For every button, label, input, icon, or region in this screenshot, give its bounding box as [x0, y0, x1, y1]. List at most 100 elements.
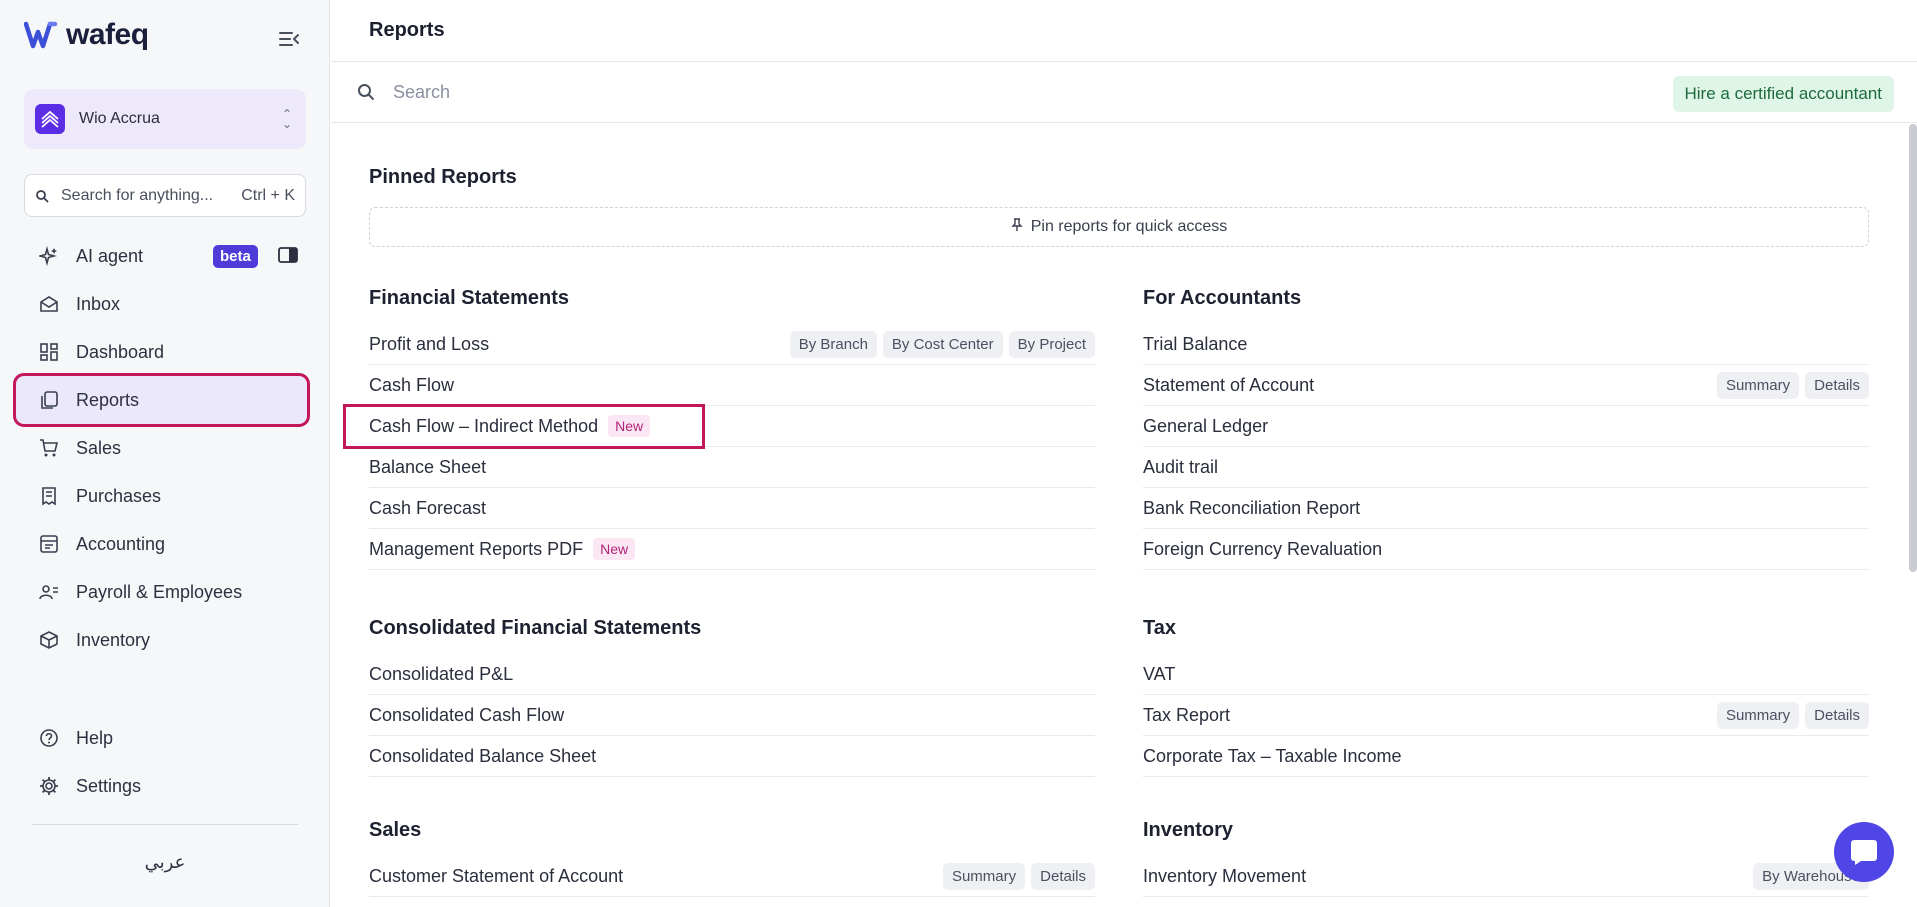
report-row-cash-forecast[interactable]: Cash Forecast — [369, 488, 1095, 529]
report-row-corporate-tax[interactable]: Corporate Tax – Taxable Income — [1143, 736, 1869, 777]
org-name: Wio Accrua — [79, 110, 160, 127]
report-name: Tax Report — [1143, 704, 1231, 725]
variant-chip[interactable]: By Cost Center — [882, 331, 1003, 358]
report-row-consolidated-pl[interactable]: Consolidated P&L — [369, 654, 1095, 695]
section-title: Consolidated Financial Statements — [369, 617, 702, 639]
app-name: wafeq — [66, 18, 149, 51]
new-badge: New — [593, 538, 636, 560]
variant-chip[interactable]: By Project — [1008, 331, 1095, 358]
variant-chip[interactable]: Summary — [942, 863, 1026, 890]
report-variants: Summary Details — [1716, 372, 1869, 399]
report-name: Cash Flow — [369, 374, 455, 395]
report-row-trial-balance[interactable]: Trial Balance — [1143, 324, 1869, 365]
box-icon — [38, 629, 60, 651]
section-consolidated: Consolidated Financial Statements Consol… — [369, 602, 1095, 777]
report-name: Statement of Account — [1143, 374, 1315, 395]
nav-item-sales[interactable]: Sales — [16, 424, 307, 472]
global-search-placeholder: Search for anything... — [61, 186, 214, 204]
variant-chip[interactable]: By Branch — [789, 331, 877, 358]
collapse-sidebar-icon[interactable] — [278, 28, 300, 50]
logo[interactable]: wafeq — [24, 18, 149, 52]
nav-item-inventory[interactable]: Inventory — [16, 616, 307, 664]
beta-badge: beta — [213, 245, 258, 268]
nav-label: Settings — [76, 775, 142, 796]
report-name: Trial Balance — [1143, 333, 1248, 354]
report-name: Management Reports PDF — [369, 538, 584, 559]
reports-search-bar[interactable]: Search Hire a certified accountant — [331, 62, 1917, 123]
report-row-profit-and-loss[interactable]: Profit and Loss By Branch By Cost Center… — [369, 324, 1095, 365]
report-row-tax-report[interactable]: Tax Report Summary Details — [1143, 695, 1869, 736]
section-for-accountants: For Accountants Trial Balance Statement … — [1143, 272, 1869, 570]
report-variants: Summary Details — [1716, 702, 1869, 729]
section-title: For Accountants — [1143, 287, 1302, 309]
global-search-input[interactable]: Search for anything... Ctrl + K — [24, 174, 306, 217]
side-panel-icon[interactable] — [278, 247, 298, 263]
gear-icon — [38, 775, 60, 797]
report-row-bank-reconciliation[interactable]: Bank Reconciliation Report — [1143, 488, 1869, 529]
report-row-general-ledger[interactable]: General Ledger — [1143, 406, 1869, 447]
report-row-audit-trail[interactable]: Audit trail — [1143, 447, 1869, 488]
report-name: VAT — [1143, 663, 1176, 684]
report-row-consolidated-cash-flow[interactable]: Consolidated Cash Flow — [369, 695, 1095, 736]
sparkle-icon — [38, 245, 60, 267]
scrollbar[interactable] — [1909, 124, 1917, 572]
variant-chip[interactable]: Summary — [1716, 702, 1800, 729]
shortcut-hint: Ctrl + K — [241, 186, 295, 204]
report-name: Corporate Tax – Taxable Income — [1143, 745, 1402, 766]
people-icon — [38, 581, 60, 603]
chat-support-button[interactable] — [1834, 822, 1894, 882]
nav-label: Payroll & Employees — [76, 581, 243, 602]
report-row-customer-statement[interactable]: Customer Statement of Account Summary De… — [369, 856, 1095, 897]
report-row-consolidated-balance-sheet[interactable]: Consolidated Balance Sheet — [369, 736, 1095, 777]
nav-label: Sales — [76, 437, 122, 458]
section-title: Financial Statements — [369, 287, 570, 309]
section-financial-statements: Financial Statements Profit and Loss By … — [343, 272, 1095, 570]
new-badge: New — [608, 415, 651, 437]
nav-label: Purchases — [76, 485, 162, 506]
top-bar: Reports — [331, 0, 1917, 62]
nav-item-settings[interactable]: Settings — [16, 762, 307, 810]
nav-item-help[interactable]: Help — [16, 714, 307, 762]
report-row-balance-sheet[interactable]: Balance Sheet — [369, 447, 1095, 488]
report-row-statement-of-account[interactable]: Statement of Account Summary Details — [1143, 365, 1869, 406]
org-switcher[interactable]: Wio Accrua ⌃ ⌄ — [24, 89, 306, 149]
report-row-vat[interactable]: VAT — [1143, 654, 1869, 695]
report-row-management-reports[interactable]: Management Reports PDF New — [369, 529, 1095, 570]
nav-item-inbox[interactable]: Inbox — [16, 280, 307, 328]
main-nav: AI agent beta Inbox Dashboard Reports Sa… — [13, 232, 310, 664]
report-row-fx-revaluation[interactable]: Foreign Currency Revaluation — [1143, 529, 1869, 570]
report-name: Customer Statement of Account — [369, 865, 624, 886]
report-row-cash-flow-indirect[interactable]: Cash Flow – Indirect Method New — [343, 404, 1095, 449]
section-title: Inventory — [1143, 819, 1234, 841]
nav-label: Dashboard — [76, 341, 165, 362]
report-name: Profit and Loss — [369, 333, 490, 354]
wafeq-logo-icon — [24, 21, 58, 49]
reports-search-input[interactable]: Search — [393, 82, 450, 103]
report-name: Foreign Currency Revaluation — [1143, 538, 1383, 559]
nav-label: Inbox — [76, 293, 121, 314]
nav-item-purchases[interactable]: Purchases — [16, 472, 307, 520]
variant-chip[interactable]: Details — [1031, 863, 1095, 890]
report-name: Cash Forecast — [369, 497, 487, 518]
report-name: General Ledger — [1143, 415, 1269, 436]
language-toggle[interactable]: عربي — [0, 852, 330, 873]
search-icon — [358, 84, 375, 101]
ledger-icon — [38, 533, 60, 555]
hire-accountant-button[interactable]: Hire a certified accountant — [1672, 76, 1894, 112]
report-row-cash-flow[interactable]: Cash Flow — [369, 365, 1095, 406]
nav-item-reports[interactable]: Reports — [13, 373, 310, 427]
report-name: Audit trail — [1143, 456, 1219, 477]
nav-item-payroll[interactable]: Payroll & Employees — [16, 568, 307, 616]
nav-item-accounting[interactable]: Accounting — [16, 520, 307, 568]
report-row-inventory-movement[interactable]: Inventory Movement By Warehouse — [1143, 856, 1869, 897]
nav-label: Inventory — [76, 629, 151, 650]
chat-bubble-icon — [1851, 840, 1877, 865]
variant-chip[interactable]: Summary — [1716, 372, 1800, 399]
variant-chip[interactable]: Details — [1805, 372, 1869, 399]
nav-item-dashboard[interactable]: Dashboard — [16, 328, 307, 376]
nav-item-ai-agent[interactable]: AI agent beta — [16, 232, 307, 280]
report-name: Consolidated Balance Sheet — [369, 745, 597, 766]
org-logo-icon — [41, 110, 59, 128]
variant-chip[interactable]: Details — [1805, 702, 1869, 729]
report-name: Bank Reconciliation Report — [1143, 497, 1361, 518]
